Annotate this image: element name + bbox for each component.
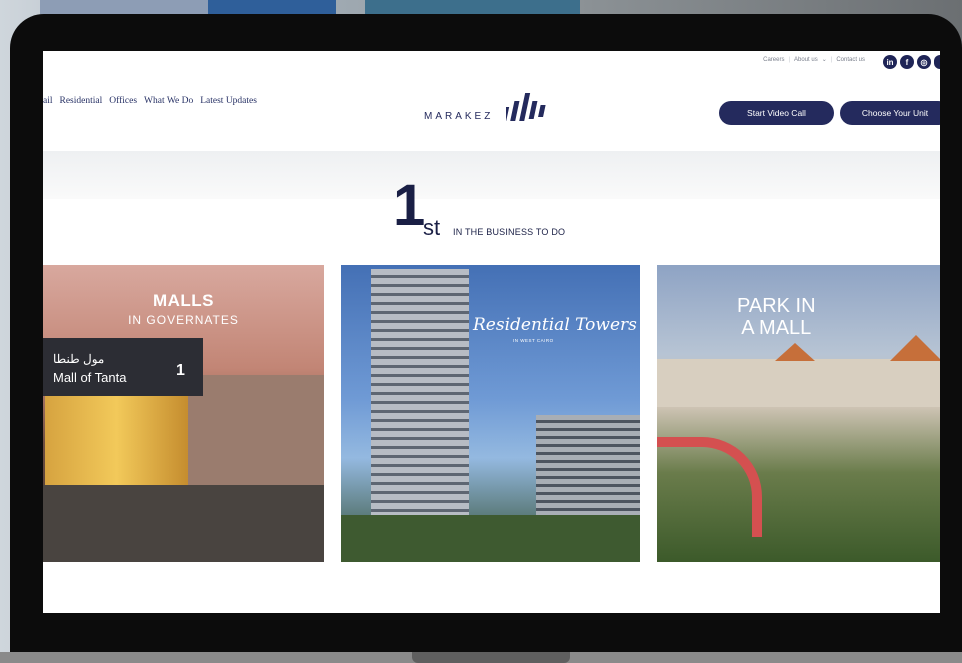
- running-track: [657, 437, 762, 537]
- instagram-icon[interactable]: ◎: [917, 55, 931, 69]
- card-subtitle: IN GOVERNATES: [128, 313, 239, 327]
- mall-sign-arabic: مول طنطا: [53, 352, 105, 366]
- mall-sign: مول طنطا Mall of Tanta 1: [43, 338, 203, 396]
- card-title: PARK IN A MALL: [737, 295, 816, 339]
- background-photo-strip: [208, 0, 336, 14]
- start-video-call-button[interactable]: Start Video Call: [719, 101, 834, 125]
- linkedin-icon[interactable]: in: [883, 55, 897, 69]
- mall-facade: [188, 375, 324, 485]
- parking-lot: [43, 485, 324, 562]
- nav-item-what-we-do[interactable]: What We Do: [144, 96, 193, 106]
- card-park-in-a-mall[interactable]: PARK IN A MALL: [657, 265, 940, 562]
- hero-band: [43, 151, 940, 199]
- top-links: Careers | About us ⌄ | Contact us: [763, 56, 865, 64]
- separator: |: [830, 56, 833, 63]
- card-script-subtitle: IN WEST CAIRO: [513, 338, 554, 343]
- separator: |: [788, 56, 791, 63]
- top-link-contact[interactable]: Contact us: [836, 57, 865, 63]
- headline-suffix: st: [423, 215, 441, 240]
- background-photo-strip: [40, 0, 210, 14]
- mall-roof-dome: [890, 335, 940, 361]
- top-bar: Careers | About us ⌄ | Contact us in f ◎: [43, 51, 940, 73]
- choose-your-unit-button[interactable]: Choose Your Unit: [840, 101, 940, 125]
- card-title: MALLS: [152, 291, 215, 310]
- brand-logo-icon[interactable]: [506, 89, 558, 123]
- nav-item-latest-updates[interactable]: Latest Updates: [200, 96, 257, 106]
- mall-sign-name: Mall of Tanta: [53, 370, 127, 385]
- card-title-line-1: PARK IN: [737, 295, 816, 317]
- nav-item-offices[interactable]: Offices: [109, 96, 137, 106]
- residential-building: [536, 415, 640, 525]
- background-photo-strip: [365, 0, 580, 14]
- social-icons: in f ◎: [883, 55, 940, 69]
- headline-text: IN THE BUSINESS TO DO: [453, 227, 566, 237]
- mall-roof-dome: [775, 343, 815, 361]
- card-script-title: Residential Towers: [473, 315, 637, 335]
- card-malls[interactable]: MALLS IN GOVERNATES مول طنطا Mall of Tan…: [43, 265, 324, 562]
- chevron-down-icon[interactable]: ⌄: [822, 56, 827, 63]
- landscape-ground: [341, 515, 640, 562]
- main-nav: ail Residential Offices What We Do Lates…: [43, 96, 257, 106]
- mall-building: [657, 359, 940, 407]
- top-link-about[interactable]: About us: [794, 57, 818, 63]
- brand-logo-text[interactable]: MARAKEZ: [424, 111, 493, 122]
- top-link-careers[interactable]: Careers: [763, 57, 784, 63]
- social-icon-partial[interactable]: [934, 55, 940, 69]
- laptop-base: [0, 652, 962, 663]
- mall-sign-number: 1: [176, 362, 185, 379]
- card-title-line-2: A MALL: [741, 317, 812, 339]
- card-residential[interactable]: Residential Towers IN WEST CAIRO: [341, 265, 640, 562]
- facebook-icon[interactable]: f: [900, 55, 914, 69]
- headline-number: 1: [393, 173, 426, 238]
- nav-item-residential[interactable]: Residential: [60, 96, 103, 106]
- laptop-notch: [412, 652, 570, 663]
- website-screen: Careers | About us ⌄ | Contact us in f ◎…: [43, 51, 940, 613]
- residential-tower: [371, 269, 469, 523]
- nav-item-malls[interactable]: ail: [43, 96, 53, 106]
